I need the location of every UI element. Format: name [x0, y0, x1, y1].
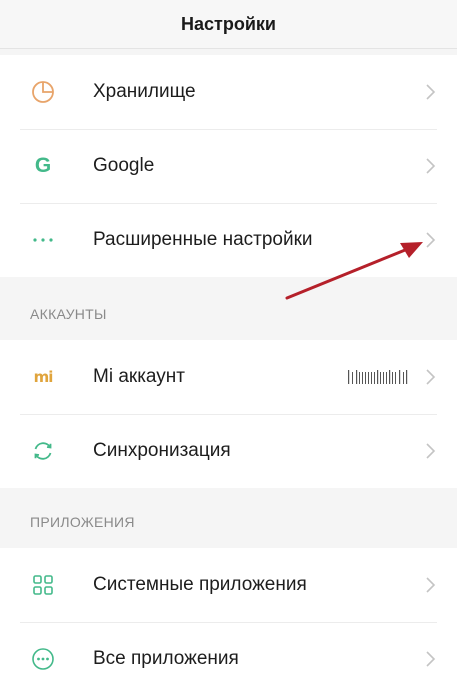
settings-item-all-apps[interactable]: Все приложения: [0, 622, 457, 696]
sync-icon: [27, 435, 59, 467]
chevron-right-icon: [426, 369, 436, 385]
settings-item-label: Google: [93, 155, 155, 176]
chevron-right-icon: [426, 577, 436, 593]
mi-logo-icon: mi: [27, 361, 59, 393]
page-title: Настройки: [181, 13, 276, 34]
settings-item-label: Все приложения: [93, 648, 239, 669]
google-g-icon: G: [34, 154, 52, 177]
settings-group-apps: Системные приложения Все приложения: [0, 548, 457, 696]
chevron-right-icon: [426, 158, 436, 174]
settings-item-label: Системные приложения: [93, 574, 307, 595]
settings-item-label: Хранилище: [93, 81, 196, 102]
account-id-barcode-icon: [348, 370, 408, 384]
settings-group-accounts: mi Mi аккаунт Синхронизация: [0, 340, 457, 488]
section-header-accounts: АККАУНТЫ: [0, 290, 457, 338]
section-header-apps: ПРИЛОЖЕНИЯ: [0, 498, 457, 546]
settings-item-system-apps[interactable]: Системные приложения: [0, 548, 457, 622]
chevron-right-icon: [426, 232, 436, 248]
settings-item-google[interactable]: G Google: [0, 129, 457, 203]
section-header-label: ПРИЛОЖЕНИЯ: [30, 514, 135, 530]
settings-item-label: Mi аккаунт: [93, 366, 185, 387]
chevron-right-icon: [426, 651, 436, 667]
settings-item-advanced[interactable]: Расширенные настройки: [0, 203, 457, 277]
settings-item-label: Синхронизация: [93, 440, 231, 461]
mi-logo-text: mi: [33, 368, 54, 386]
more-dots-icon: [27, 224, 59, 256]
storage-pie-icon: [27, 76, 59, 108]
settings-item-sync[interactable]: Синхронизация: [0, 414, 457, 488]
settings-item-storage[interactable]: Хранилище: [0, 55, 457, 129]
settings-item-label: Расширенные настройки: [93, 229, 313, 250]
system-apps-grid-icon: [27, 569, 59, 601]
settings-item-mi-account[interactable]: mi Mi аккаунт: [0, 340, 457, 414]
section-header-label: АККАУНТЫ: [30, 306, 107, 322]
settings-group-general: Хранилище G Google Расширенные настройки: [0, 55, 457, 277]
top-bar: Настройки: [0, 0, 457, 49]
all-apps-dots-icon: [27, 643, 59, 675]
chevron-right-icon: [426, 443, 436, 459]
chevron-right-icon: [426, 84, 436, 100]
